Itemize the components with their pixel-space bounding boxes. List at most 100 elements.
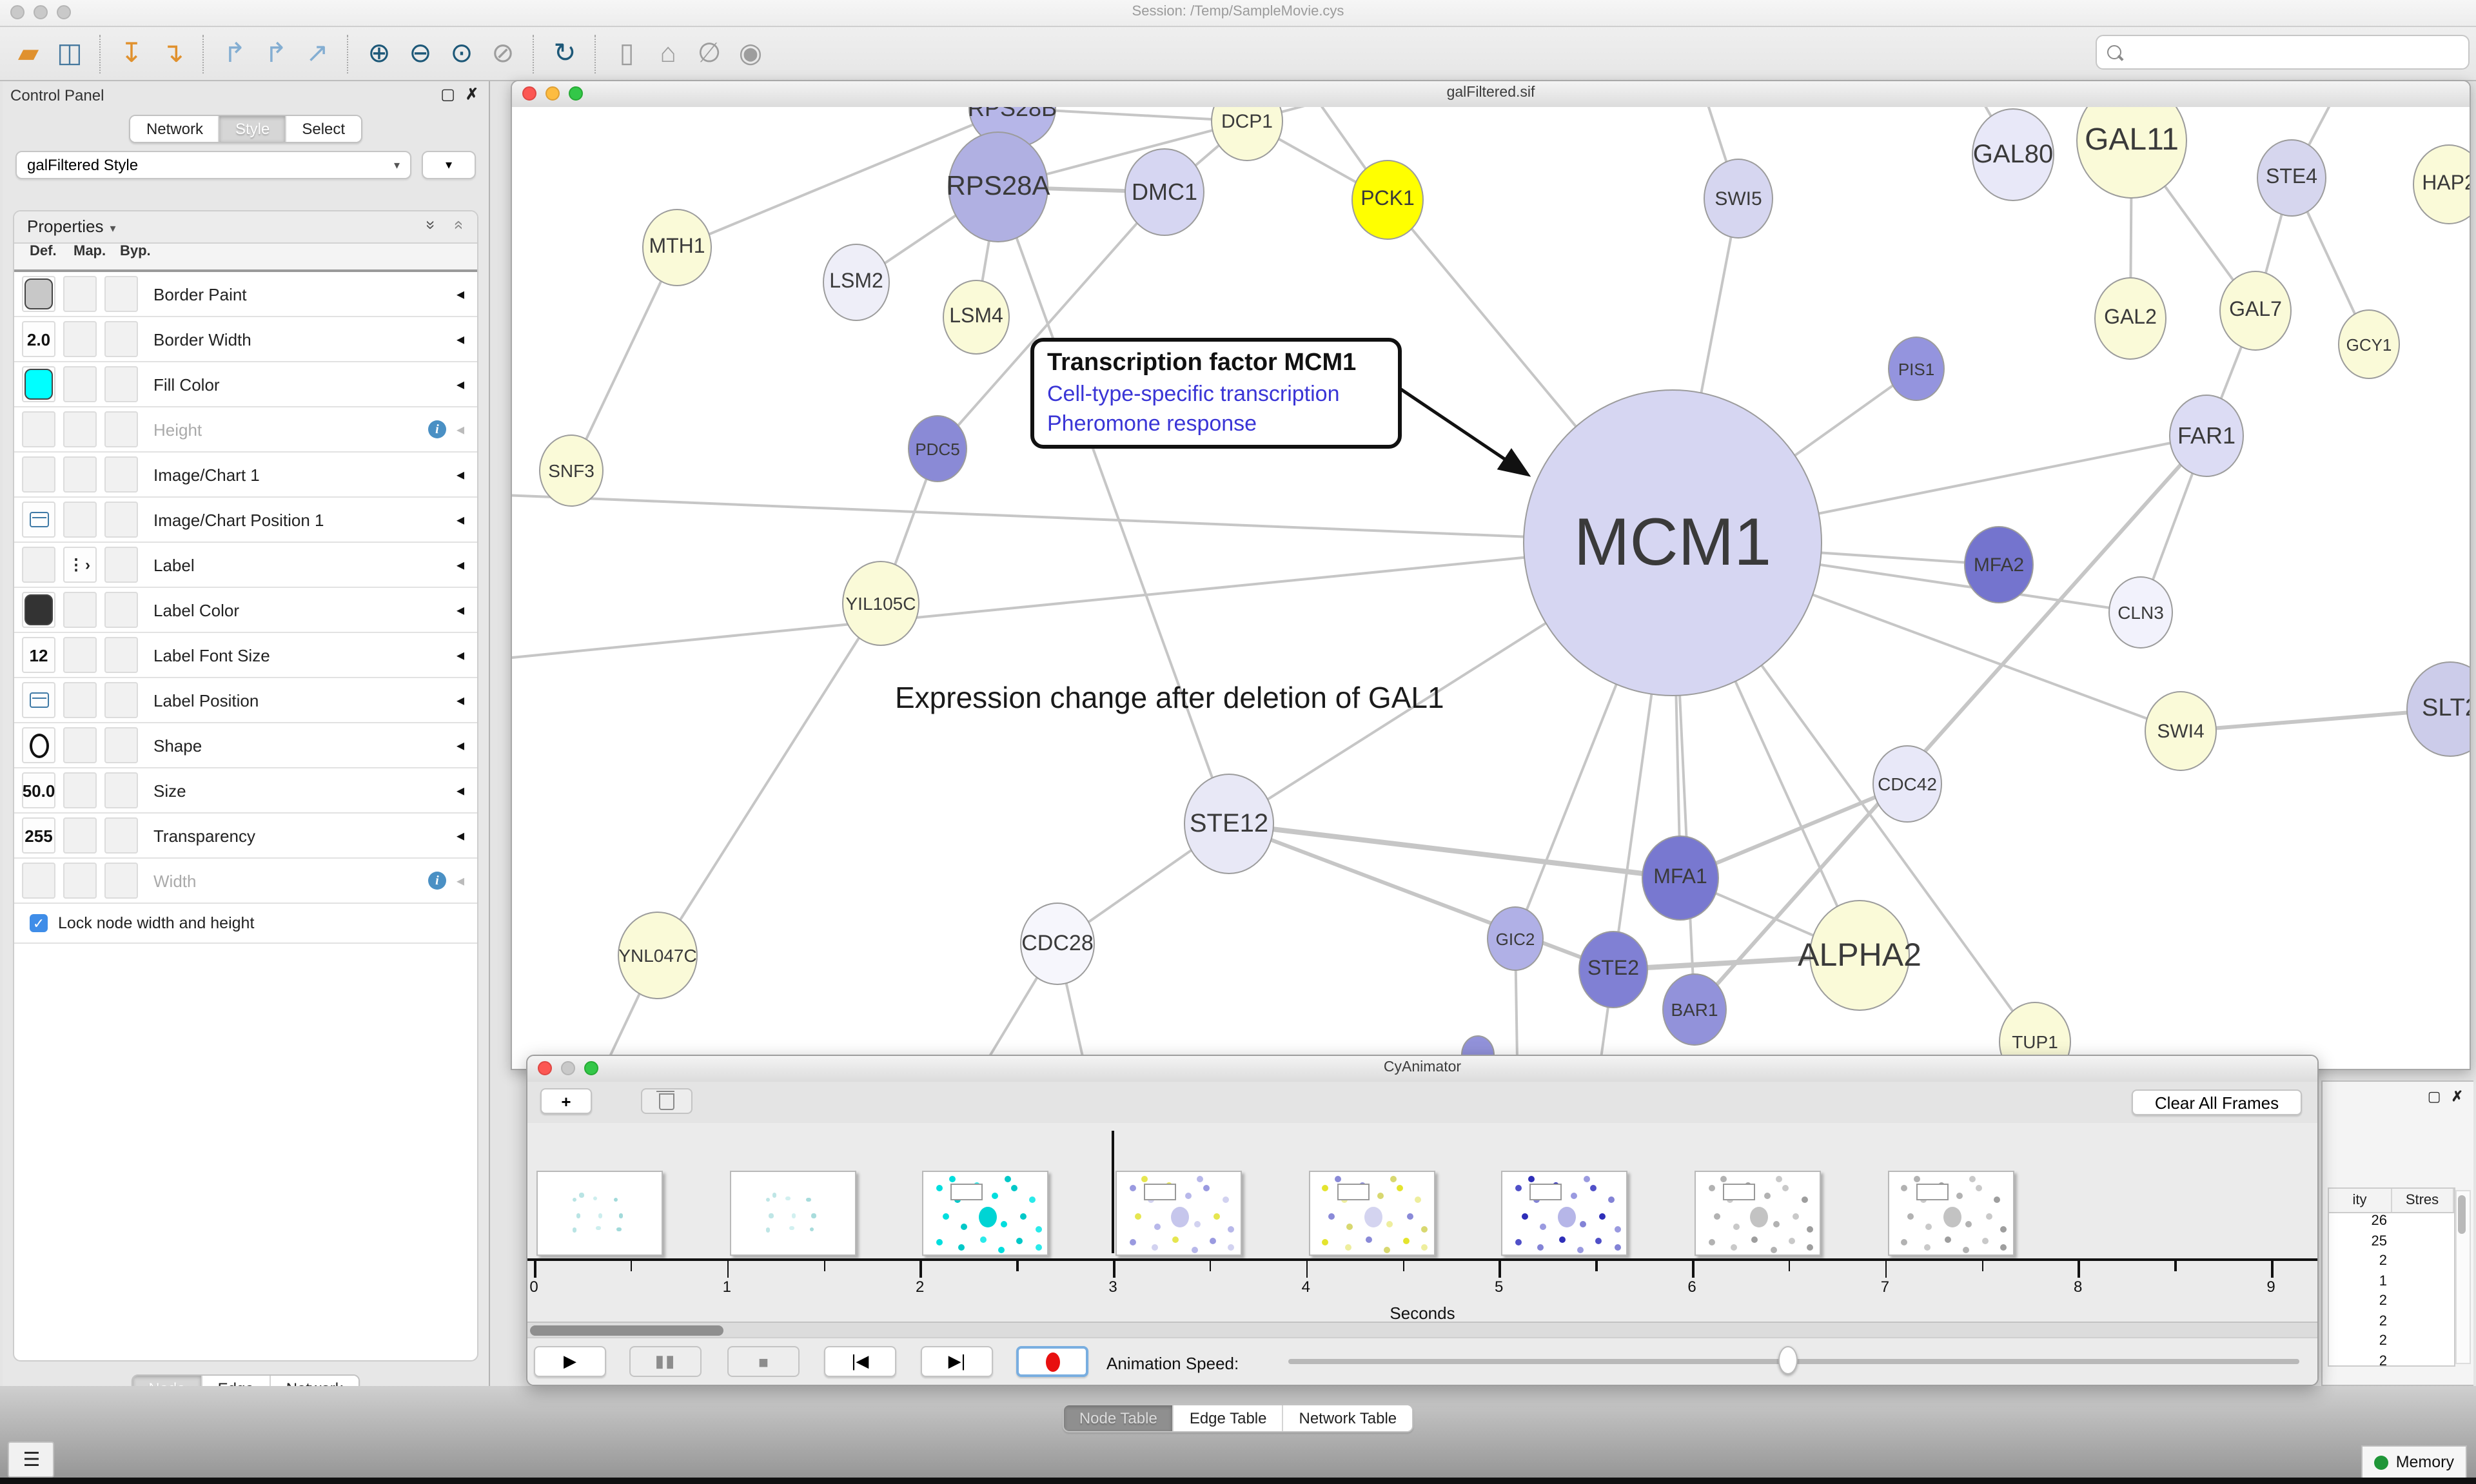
bypass-cell[interactable] — [104, 502, 138, 538]
mapping-cell[interactable] — [63, 592, 97, 628]
bypass-cell[interactable] — [104, 366, 138, 402]
table-column-header[interactable]: ity — [2329, 1189, 2392, 1212]
frame-thumbnail-3[interactable] — [923, 1171, 1049, 1256]
expand-row-icon[interactable]: ◂ — [457, 420, 464, 438]
attribute-table[interactable]: ity Stres 26252122222 — [2328, 1187, 2455, 1367]
network-window-titlebar[interactable]: galFiltered.sif — [512, 81, 2470, 108]
table-row[interactable]: 2 — [2329, 1253, 2454, 1273]
expand-row-icon[interactable]: ◂ — [457, 601, 464, 619]
graph-node-PDC5[interactable]: PDC5 — [908, 415, 967, 482]
graph-node-LSM4[interactable]: LSM4 — [943, 280, 1010, 355]
tab-select[interactable]: Select — [286, 116, 360, 142]
graph-node-GAL2[interactable]: GAL2 — [2094, 277, 2166, 360]
expand-row-icon[interactable]: ◂ — [457, 511, 464, 529]
default-value-cell[interactable]: 2.0 — [22, 321, 55, 357]
bypass-cell[interactable] — [104, 637, 138, 673]
bypass-cell[interactable] — [104, 456, 138, 493]
property-row[interactable]: Image/Chart 1◂ — [14, 453, 477, 498]
graph-node-GAL80[interactable]: GAL80 — [1972, 108, 2054, 201]
graph-node-PIS1[interactable]: PIS1 — [1888, 337, 1945, 401]
frame-thumbnail-6[interactable] — [1502, 1171, 1628, 1256]
graph-node-CDC28[interactable]: CDC28 — [1020, 903, 1095, 985]
frame-thumbnail-8[interactable] — [1887, 1171, 2014, 1256]
pause-button[interactable]: ▮▮ — [629, 1346, 702, 1377]
mapping-cell[interactable] — [63, 321, 97, 357]
graph-node-LSM2[interactable]: LSM2 — [823, 244, 890, 321]
property-row[interactable]: Label Color◂ — [14, 588, 477, 633]
table-scrollbar[interactable] — [2455, 1190, 2471, 1364]
skip-to-end-button[interactable]: ▶| — [921, 1346, 993, 1377]
mapping-cell[interactable] — [63, 727, 97, 763]
bypass-cell[interactable] — [104, 321, 138, 357]
tab-style[interactable]: Style — [220, 116, 286, 142]
open-session-icon[interactable]: ▰ — [8, 34, 49, 73]
mapping-cell[interactable] — [63, 682, 97, 718]
bypass-cell[interactable] — [104, 276, 138, 312]
default-value-cell[interactable] — [22, 276, 55, 312]
export-image-icon[interactable]: ↗ — [297, 34, 338, 73]
default-value-cell[interactable] — [22, 863, 55, 899]
expand-row-icon[interactable]: ◂ — [457, 330, 464, 348]
graph-node-ALPHA2[interactable]: ALPHA2 — [1809, 900, 1910, 1011]
property-row[interactable]: Label Position◂ — [14, 678, 477, 723]
default-value-cell[interactable] — [22, 727, 55, 763]
property-row[interactable]: Image/Chart Position 1◂ — [14, 498, 477, 543]
graph-node-STE2[interactable]: STE2 — [1578, 931, 1648, 1008]
tab-node-table[interactable]: Node Table — [1064, 1405, 1174, 1431]
frame-thumbnail-2[interactable] — [729, 1171, 856, 1256]
mapping-cell[interactable]: ⋮› — [63, 547, 97, 583]
default-value-cell[interactable]: 255 — [22, 817, 55, 854]
info-icon[interactable]: i — [428, 420, 446, 438]
collapse-all-icon[interactable]: » — [447, 220, 467, 229]
show-details-icon[interactable]: ◉ — [730, 34, 771, 73]
default-value-cell[interactable] — [22, 502, 55, 538]
table-row[interactable]: 2 — [2329, 1313, 2454, 1333]
tab-edge-table[interactable]: Edge Table — [1174, 1405, 1284, 1431]
default-value-cell[interactable] — [22, 411, 55, 447]
clone-network-icon[interactable]: ▯ — [606, 34, 647, 73]
save-session-icon[interactable]: ◫ — [49, 34, 90, 73]
timeline-scrollbar[interactable] — [527, 1322, 2317, 1338]
delete-frame-button[interactable] — [641, 1088, 693, 1114]
birdseye-view-icon[interactable]: ⌂ — [647, 34, 689, 73]
play-button[interactable]: ▶ — [534, 1346, 606, 1377]
graph-node-CLN3[interactable]: CLN3 — [2108, 576, 2173, 649]
properties-header[interactable]: Properties▾ » » — [14, 211, 477, 244]
expand-row-icon[interactable]: ◂ — [457, 285, 464, 303]
expand-row-icon[interactable]: ◂ — [457, 375, 464, 393]
graph-node-SWI5[interactable]: SWI5 — [1704, 159, 1773, 239]
expand-row-icon[interactable]: ◂ — [457, 646, 464, 664]
import-table-icon[interactable]: ↴ — [152, 34, 193, 73]
default-value-cell[interactable] — [22, 456, 55, 493]
property-row[interactable]: 2.0Border Width◂ — [14, 317, 477, 362]
expand-row-icon[interactable]: ◂ — [457, 465, 464, 483]
slider-thumb[interactable] — [1778, 1346, 1798, 1374]
float-panel-icon[interactable]: ▢ — [440, 85, 455, 103]
graph-node-MFA1[interactable]: MFA1 — [1642, 835, 1719, 921]
expand-row-icon[interactable]: ◂ — [457, 691, 464, 709]
clear-all-frames-button[interactable]: Clear All Frames — [2132, 1089, 2302, 1115]
zoom-out-icon[interactable]: ⊖ — [400, 34, 441, 73]
graph-node-YNL047C[interactable]: YNL047C — [618, 912, 698, 999]
bypass-cell[interactable] — [104, 411, 138, 447]
graph-node-GAL7[interactable]: GAL7 — [2219, 271, 2292, 351]
graph-node-MCM1[interactable]: MCM1 — [1523, 389, 1822, 696]
table-row[interactable]: 1 — [2329, 1273, 2454, 1293]
zoom-fit-icon[interactable]: ⊙ — [441, 34, 482, 73]
cyanimator-timeline[interactable]: 0123456789 Seconds — [527, 1123, 2317, 1322]
table-row[interactable]: 2 — [2329, 1293, 2454, 1313]
frame-thumbnail-4[interactable] — [1115, 1171, 1242, 1256]
property-row[interactable]: 50.0Size◂ — [14, 768, 477, 814]
default-value-cell[interactable]: 50.0 — [22, 772, 55, 808]
graph-node-BAR1[interactable]: BAR1 — [1662, 973, 1727, 1046]
graph-node-RPS28A[interactable]: RPS28A — [948, 132, 1048, 242]
lock-size-checkbox[interactable]: ✓ — [30, 914, 48, 932]
default-value-cell[interactable]: 12 — [22, 637, 55, 673]
frame-thumbnail-1[interactable] — [536, 1171, 663, 1256]
tab-network-table[interactable]: Network Table — [1284, 1405, 1413, 1431]
expand-row-icon[interactable]: ◂ — [457, 826, 464, 845]
bypass-cell[interactable] — [104, 592, 138, 628]
property-row[interactable]: Shape◂ — [14, 723, 477, 768]
export-table-icon[interactable]: ↱ — [255, 34, 297, 73]
search-box[interactable] — [2096, 35, 2470, 70]
